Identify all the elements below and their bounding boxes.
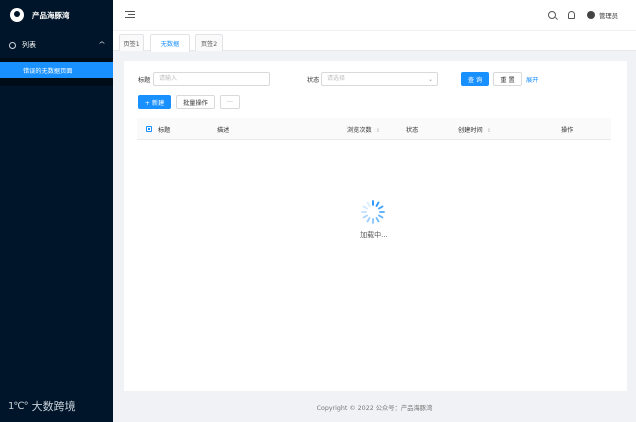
status-select-placeholder: 请选择 [327,75,346,82]
menu-group-label: 列表 [22,41,36,49]
sidebar: 产品海豚湾 列表 ^ 错误的无数据页面 1℃° 大数跨境 [0,0,113,422]
column-views[interactable]: 浏览次数 ↕ [347,125,380,134]
watermark-logo: 1℃° [8,400,29,412]
column-actions: 操作 [561,127,574,134]
loading-text: 加载中... [360,231,388,239]
submenu: 错误的无数据页面 [0,58,113,86]
more-button[interactable]: ··· [220,95,240,109]
column-created-time[interactable]: 创建时间 ↕ [458,125,491,134]
chevron-down-icon: ⌄ [427,76,433,83]
user-name[interactable]: 管理员 [599,11,618,20]
avatar[interactable] [587,11,596,19]
reset-button[interactable]: 重 置 [493,72,522,86]
sort-icon: ↕ [486,128,491,134]
search-icon[interactable] [548,11,557,19]
filter-form: 标题 请输入 状态 请选择 ⌄ 查 询 重 置 展开 [124,72,627,86]
logo-area[interactable]: 产品海豚湾 [0,0,113,30]
watermark-text: 大数跨境 [31,400,76,413]
top-header: 管理员 [113,0,636,30]
title-input[interactable]: 请输入 [153,72,270,86]
loading-spinner-icon [361,200,385,224]
list-circle-icon [9,41,16,49]
menu-group-list[interactable]: 列表 ^ [0,32,113,58]
title-filter-label: 标题 [138,77,151,84]
column-description: 描述 [217,127,230,134]
tab-no-data[interactable]: 无数据 [150,34,190,52]
table-header: 标题 描述 浏览次数 ↕ 状态 创建时间 ↕ 操作 [137,118,611,140]
sort-icon: ↕ [375,128,380,134]
search-button[interactable]: 查 询 [461,72,489,86]
tab-page-2[interactable]: 页签2 [195,34,223,51]
watermark: 1℃° 大数跨境 [8,398,76,414]
status-filter-label: 状态 [307,77,320,84]
table-toolbar: + 新建 批量操作 ··· [124,95,627,109]
column-status: 状态 [406,127,419,134]
content-card: 标题 请输入 状态 请选择 ⌄ 查 询 重 置 展开 + 新建 批量操作 ···… [124,61,627,391]
batch-action-button[interactable]: 批量操作 [176,95,215,109]
column-title: 标题 [158,127,171,134]
footer-copyright: Copyright © 2022 公众号：产品海豚湾 [316,405,433,412]
header-actions: 管理员 [548,11,618,20]
brand-logo-icon [10,8,24,22]
chevron-up-icon: ^ [98,41,106,49]
app-title: 产品海豚湾 [32,10,70,20]
sidebar-item-no-data-page[interactable]: 错误的无数据页面 [0,62,113,78]
expand-link[interactable]: 展开 [526,75,538,84]
page-tabs: 页签1 无数据 页签2 [113,30,636,52]
column-created-label: 创建时间 [458,127,483,134]
column-views-label: 浏览次数 [347,127,372,134]
new-button[interactable]: + 新建 [138,95,171,109]
tab-page-1[interactable]: 页签1 [119,34,144,51]
status-select[interactable]: 请选择 ⌄ [321,72,438,86]
menu-fold-icon[interactable] [125,11,135,19]
bell-icon[interactable] [568,11,576,19]
select-all-checkbox[interactable] [146,126,152,132]
